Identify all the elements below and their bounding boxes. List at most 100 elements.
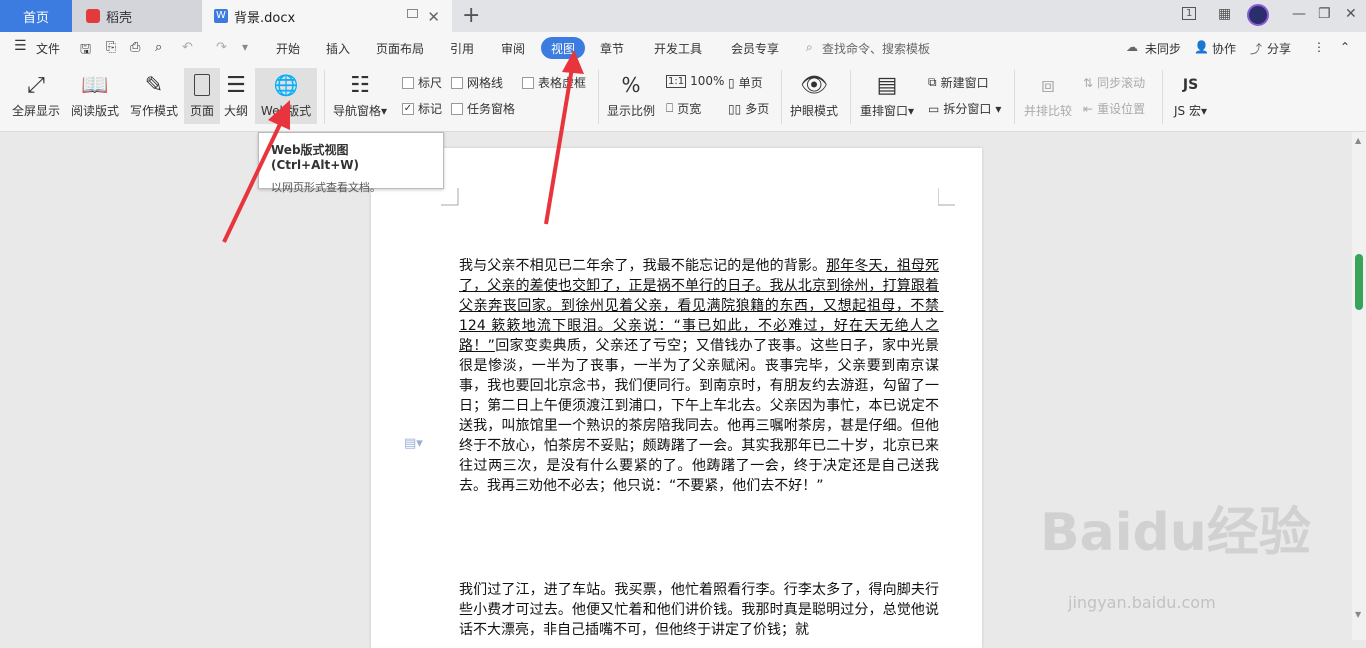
menu-review[interactable]: 审阅 (501, 40, 525, 57)
zoom-100-label: 100% (690, 74, 725, 88)
fullscreen-icon: ⤢ (27, 72, 45, 98)
page-width-icon: ⎕ (666, 101, 674, 115)
fullscreen-button[interactable]: ⤢ 全屏显示 (12, 68, 60, 119)
collab-button[interactable]: 协作 (1212, 40, 1236, 57)
js-macro-icon: JS (1182, 77, 1199, 93)
table-grid-checkbox[interactable]: 表格虚框 (522, 74, 586, 91)
rearrange-window-button[interactable]: ▤ 重排窗口▾ (860, 68, 914, 119)
file-menu[interactable]: 文件 (36, 40, 60, 57)
sync-status[interactable]: 未同步 (1145, 40, 1181, 57)
tooltip-title: Web版式视图 (Ctrl+Alt+W) (271, 143, 360, 172)
tab-document[interactable]: W 背景.docx ✕ (202, 0, 452, 32)
eye-care-label: 护眼模式 (790, 104, 839, 118)
writer-doc-icon: W (214, 9, 228, 23)
web-globe-icon: 🌐 (273, 73, 299, 97)
menu-member[interactable]: 会员专享 (731, 40, 779, 57)
scroll-up-icon[interactable]: ▲ (1355, 136, 1361, 145)
export-icon[interactable]: ⎘ (106, 40, 116, 55)
save-icon[interactable]: 🖫 (80, 40, 91, 62)
web-layout-tooltip: Web版式视图 (Ctrl+Alt+W) 以网页形式查看文档。 (258, 132, 444, 194)
multi-page-icon: ▯▯ (728, 101, 742, 116)
menu-chapter[interactable]: 章节 (600, 40, 624, 57)
tab-home[interactable]: 首页 (0, 0, 72, 32)
compare-button[interactable]: ⧈ 并排比较 (1024, 68, 1072, 119)
close-tab-icon[interactable]: ✕ (427, 8, 440, 26)
user-avatar[interactable] (1247, 4, 1269, 26)
scrollbar-thumb[interactable] (1355, 254, 1363, 310)
screen-icon[interactable] (407, 9, 418, 18)
read-mode-label: 阅读版式 (71, 104, 120, 118)
divider (850, 70, 851, 124)
nav-pane-label: 导航窗格▾ (333, 104, 388, 118)
margin-corner-top-left (441, 188, 459, 206)
tab-document-label: 背景.docx (234, 10, 296, 26)
single-page-label: 单页 (738, 76, 763, 90)
close-window-icon[interactable]: ✕ (1345, 6, 1357, 22)
read-mode-button[interactable]: 📖 阅读版式 (71, 68, 119, 119)
reset-position-button[interactable]: ⇤ 重设位置 (1083, 100, 1145, 117)
new-window-button[interactable]: ⧉ 新建窗口 (928, 74, 989, 91)
paragraph-1-start: 我与父亲不相见已二年余了，我最不能忘记的是他的背影。 (459, 258, 827, 274)
baidu-watermark-url: jingyan.baidu.com (1068, 593, 1216, 612)
zoom-button[interactable]: % 显示比例 (607, 68, 655, 119)
restore-icon[interactable]: ❐ (1318, 6, 1331, 22)
zoom-100-button[interactable]: 1:1 100% (666, 74, 724, 88)
hamburger-icon[interactable]: ☰ (14, 38, 27, 54)
ruler-checkbox[interactable]: 标尺 (402, 74, 442, 91)
eye-care-button[interactable]: 👁 护眼模式 (790, 68, 838, 119)
minimize-icon[interactable]: — (1292, 6, 1306, 22)
gridlines-checkbox[interactable]: 网格线 (451, 74, 503, 91)
menu-layout[interactable]: 页面布局 (376, 40, 424, 57)
more-icon[interactable]: ▾ (242, 40, 248, 54)
web-layout-button[interactable]: 🌐 Web版式 (255, 68, 317, 124)
single-page-button[interactable]: ▯ 单页 (728, 74, 763, 91)
redo-icon[interactable]: ↷ (216, 40, 227, 55)
split-window-button[interactable]: ▭ 拆分窗口 ▾ (928, 100, 1001, 117)
print-icon[interactable]: ⎙ (130, 40, 140, 55)
eye-icon: 👁 (800, 72, 828, 98)
command-search-input[interactable]: 查找命令、搜索模板 (822, 40, 930, 57)
reset-position-icon: ⇤ (1083, 101, 1094, 116)
tab-bar: 首页 稻壳 W 背景.docx ✕ + 1 ▦ — ❐ ✕ (0, 0, 1366, 32)
rearrange-icon: ▤ (876, 72, 898, 98)
zoom-percent-icon: % (621, 73, 641, 97)
undo-icon[interactable]: ↶ (182, 40, 193, 55)
web-layout-label: Web版式 (260, 104, 312, 118)
compare-icon: ⧈ (1041, 72, 1055, 98)
markup-checkbox[interactable]: ✓ 标记 (402, 100, 442, 117)
paragraph-marker-icon[interactable]: ▤▾ (404, 436, 423, 451)
more-options-icon[interactable]: ⋮ (1313, 40, 1325, 54)
preview-icon[interactable]: ⌕ (155, 40, 162, 55)
menu-view[interactable]: 视图 (541, 37, 585, 59)
share-button[interactable]: 分享 (1267, 40, 1291, 57)
reset-position-label: 重设位置 (1097, 102, 1146, 116)
single-page-icon: ▯ (728, 75, 735, 90)
gridlines-label: 网格线 (467, 76, 504, 90)
nav-pane-button[interactable]: ☷ 导航窗格▾ (333, 68, 387, 119)
new-tab-button[interactable]: + (462, 3, 480, 28)
write-mode-button[interactable]: ✎ 写作模式 (130, 68, 178, 119)
outline-button[interactable]: ☰ 大纲 (224, 68, 248, 119)
vertical-scrollbar[interactable]: ▲ ▼ (1352, 132, 1366, 640)
page-width-button[interactable]: ⎕ 页宽 (666, 100, 701, 117)
task-pane-checkbox[interactable]: 任务窗格 (451, 100, 515, 117)
page-view-button[interactable]: 页面 (184, 68, 220, 124)
menu-references[interactable]: 引用 (450, 40, 474, 57)
tab-daoke[interactable]: 稻壳 (72, 0, 202, 32)
outline-label: 大纲 (224, 104, 249, 118)
collapse-ribbon-icon[interactable]: ⌃ (1340, 40, 1350, 54)
multi-page-button[interactable]: ▯▯ 多页 (728, 100, 769, 117)
scroll-down-icon[interactable]: ▼ (1355, 610, 1361, 619)
page-count-icon[interactable]: 1 (1182, 7, 1197, 20)
menu-insert[interactable]: 插入 (326, 40, 350, 57)
menu-start[interactable]: 开始 (276, 40, 300, 57)
share-icon: ⤴ (1250, 42, 1263, 56)
paragraph-2: 我们过了江，进了车站。我买票，他忙着照看行李。行李太多了，得向脚夫行些小费才可过… (459, 582, 939, 638)
book-icon: 📖 (81, 72, 109, 98)
sync-scroll-button[interactable]: ⇅ 同步滚动 (1083, 74, 1145, 91)
menu-bar: ☰ 文件 🖫 ⎘ ⎙ ⌕ ↶ ↷ ▾ 开始 插入 页面布局 引用 审阅 视图 章… (0, 32, 1366, 64)
grid-apps-icon[interactable]: ▦ (1218, 6, 1231, 22)
ribbon-view: ⤢ 全屏显示 📖 阅读版式 ✎ 写作模式 页面 ☰ 大纲 🌐 Web版式 ☷ 导… (0, 64, 1366, 132)
menu-devtools[interactable]: 开发工具 (654, 40, 702, 57)
js-macro-button[interactable]: JS JS 宏▾ (1174, 68, 1207, 119)
